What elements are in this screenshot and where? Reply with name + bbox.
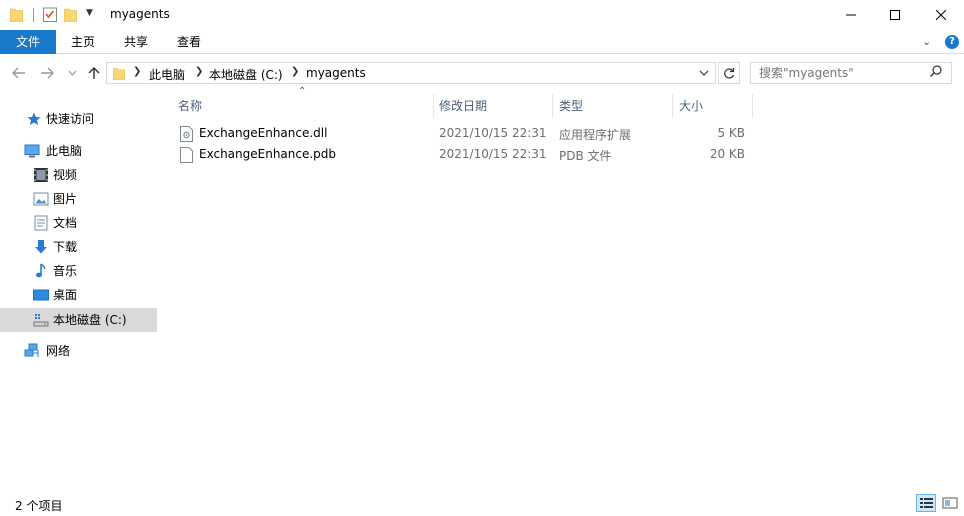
column-header-size[interactable]: 大小 <box>679 94 703 118</box>
tab-file[interactable]: 文件 <box>0 30 56 54</box>
quick-access-separator <box>33 8 34 22</box>
tab-view[interactable]: 查看 <box>162 30 216 54</box>
sort-ascending-icon: ⌃ <box>298 86 307 97</box>
column-divider[interactable] <box>672 94 673 118</box>
minimize-icon <box>846 14 856 16</box>
breadcrumb-separator[interactable]: ❯ <box>291 66 299 77</box>
customize-toolbar-arrow[interactable]: ▼ <box>86 8 93 18</box>
video-icon <box>34 168 48 182</box>
column-header-date-modified[interactable]: 修改日期 <box>439 94 487 118</box>
close-button[interactable] <box>918 0 964 30</box>
large-icons-view-button[interactable] <box>940 494 960 512</box>
title-bar: ▼ myagents <box>0 0 964 30</box>
file-size: 20 KB <box>709 147 745 161</box>
file-name: ExchangeEnhance.pdb <box>199 147 337 161</box>
address-dropdown-icon[interactable] <box>699 70 709 76</box>
tab-home[interactable]: 主页 <box>56 30 110 54</box>
maximize-icon <box>890 10 900 20</box>
back-icon[interactable] <box>12 67 26 79</box>
file-row[interactable]: ExchangeEnhance.dll 2021/10/15 22:31 应用程… <box>178 124 758 145</box>
column-divider[interactable] <box>552 94 553 118</box>
refresh-icon <box>724 68 735 79</box>
file-row[interactable]: ExchangeEnhance.pdb 2021/10/15 22:31 PDB… <box>178 145 758 166</box>
file-type: PDB 文件 <box>559 149 612 163</box>
breadcrumb-myagents[interactable]: myagents <box>306 66 366 80</box>
column-divider[interactable] <box>433 94 434 118</box>
status-item-count: 2 个项目 <box>15 499 63 513</box>
network-icon <box>24 343 39 357</box>
breadcrumb-separator[interactable]: ❯ <box>195 66 203 77</box>
column-divider[interactable] <box>752 94 753 118</box>
file-date: 2021/10/15 22:31 <box>439 147 547 161</box>
file-type: 应用程序扩展 <box>559 128 632 142</box>
details-view-button[interactable] <box>916 494 936 512</box>
maximize-button[interactable] <box>872 0 918 30</box>
large-icons-view-icon <box>942 497 958 509</box>
documents-icon <box>34 215 48 231</box>
ribbon-tabs: 文件 主页 共享 查看 ⌄ ? <box>0 30 964 54</box>
refresh-button[interactable] <box>718 62 740 84</box>
properties-icon[interactable] <box>43 7 57 22</box>
search-icon[interactable] <box>930 65 942 77</box>
column-header-name[interactable]: 名称 <box>178 94 202 118</box>
tab-share[interactable]: 共享 <box>110 30 162 54</box>
minimize-button[interactable] <box>828 0 874 30</box>
folder-icon[interactable] <box>10 7 23 22</box>
help-icon[interactable]: ? <box>945 35 959 49</box>
breadcrumb-this-pc[interactable]: 此电脑 <box>149 66 185 83</box>
recent-locations-icon[interactable] <box>68 70 77 76</box>
forward-icon[interactable] <box>40 67 54 79</box>
close-icon <box>936 10 946 20</box>
new-folder-icon[interactable] <box>64 7 77 22</box>
pdb-file-icon <box>180 147 193 163</box>
pictures-icon <box>33 192 49 206</box>
dll-file-icon <box>180 126 193 142</box>
navigation-bar: ❯ 此电脑 ❯ 本地磁盘 (C:) ❯ myagents <box>0 58 964 90</box>
music-icon <box>36 263 46 278</box>
file-size: 5 KB <box>717 126 745 140</box>
breadcrumb-separator[interactable]: ❯ <box>133 66 141 77</box>
up-icon[interactable] <box>88 66 100 80</box>
drive-icon <box>33 314 49 327</box>
file-date: 2021/10/15 22:31 <box>439 126 547 140</box>
window-title: myagents <box>110 7 170 21</box>
expand-ribbon-icon[interactable]: ⌄ <box>922 35 931 48</box>
desktop-icon <box>33 289 49 301</box>
search-input[interactable] <box>750 62 952 84</box>
column-header-type[interactable]: 类型 <box>559 94 583 118</box>
file-name: ExchangeEnhance.dll <box>199 126 328 140</box>
star-icon <box>27 112 41 125</box>
address-bar[interactable]: ❯ 此电脑 ❯ 本地磁盘 (C:) ❯ myagents <box>106 62 716 84</box>
details-view-icon <box>920 498 933 508</box>
breadcrumb-local-disk[interactable]: 本地磁盘 (C:) <box>209 66 283 83</box>
download-icon <box>35 240 47 254</box>
address-folder-icon <box>113 68 125 80</box>
computer-icon <box>24 144 40 158</box>
